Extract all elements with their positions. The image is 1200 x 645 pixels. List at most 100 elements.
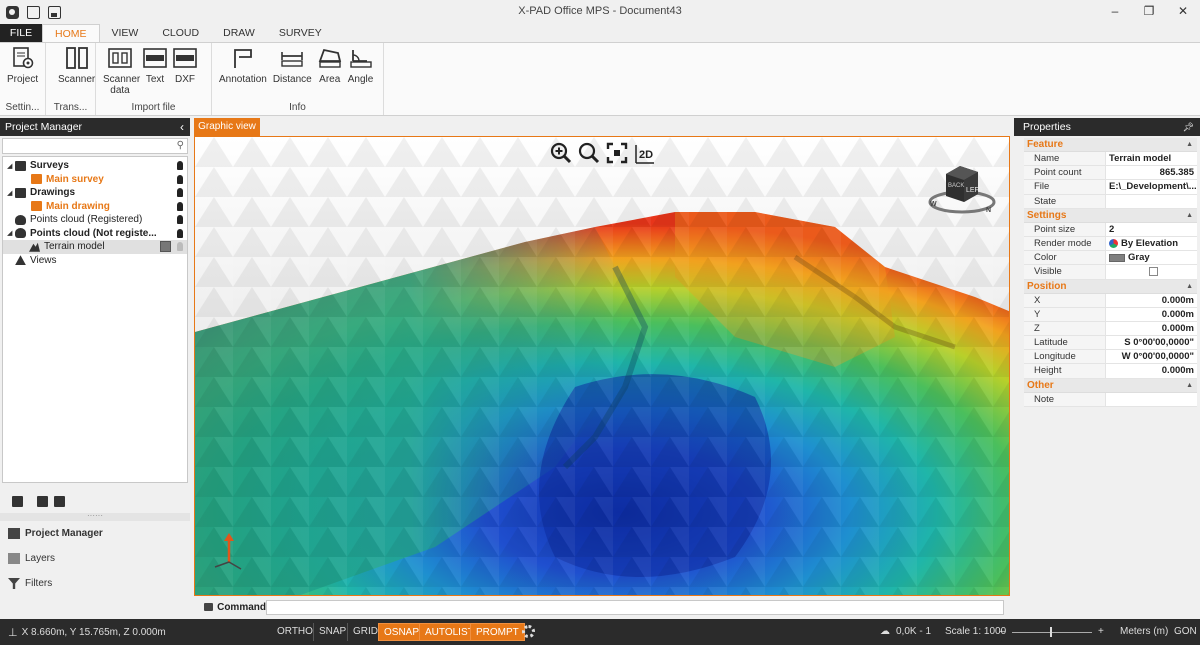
close-button[interactable]: ✕ [1176,4,1190,18]
tab-graphic-view[interactable]: Graphic view [194,118,260,136]
section-feature[interactable]: Feature ▲ [1024,138,1197,152]
project-search-input[interactable] [3,139,163,153]
angle-unit-selector[interactable]: GON [1174,626,1197,637]
prop-row-note[interactable]: Note [1024,392,1197,407]
collapse-arrow-icon[interactable]: ▲ [1186,138,1193,152]
tree-item-views[interactable]: Views [3,254,187,268]
app-icon[interactable] [6,5,19,19]
zoom-in-button[interactable]: + [1098,626,1104,637]
add-item-icon[interactable] [37,495,48,507]
expand-toggle-icon[interactable]: ◢ [7,162,15,170]
restore-button[interactable]: ❐ [1142,4,1156,18]
prop-row-state[interactable]: State [1024,194,1197,209]
prop-row-z[interactable]: Z 0.000m [1024,321,1197,337]
prop-value[interactable]: 865.385 [1106,166,1197,179]
collapse-arrow-icon[interactable]: ▲ [1186,280,1193,294]
scale-text[interactable]: Scale 1: 1000 [945,626,1006,637]
tab-draw[interactable]: DRAW [211,24,267,42]
prop-row-longitude[interactable]: Longitude W 0°00'00,0000" [1024,350,1197,365]
tab-survey[interactable]: SURVEY [267,24,334,42]
visibility-bulb-icon[interactable] [177,242,183,251]
prop-value[interactable]: E:\_Development\... [1106,180,1197,193]
expand-toggle-icon[interactable]: ◢ [7,189,15,197]
prop-row-color[interactable]: Color Gray [1024,251,1197,266]
section-position[interactable]: Position ▲ [1024,279,1197,294]
visibility-bulb-icon[interactable] [177,201,183,211]
tree-item-main-drawing[interactable]: Main drawing [3,200,187,214]
nav-layers[interactable]: Layers [0,546,190,571]
snap-toggle[interactable]: SNAP [313,623,351,641]
prop-value[interactable]: 0.000m [1106,308,1197,321]
visibility-bulb-icon[interactable] [177,174,183,184]
duplicate-icon[interactable] [54,495,65,507]
prop-value[interactable] [1106,393,1197,406]
visible-checkbox[interactable] [1149,267,1158,277]
prop-row-point-size[interactable]: Point size 2 [1024,222,1197,237]
panel-splitter[interactable]: ······ [0,512,190,521]
tree-item-terrain-model[interactable]: Terrain model [3,240,187,254]
osnap-toggle[interactable]: OSNAP [378,623,426,641]
prop-value[interactable]: W 0°00'00,0000" [1106,350,1197,363]
tab-view[interactable]: VIEW [100,24,151,42]
tree-item-drawings[interactable]: ◢ Drawings [3,186,187,200]
tab-cloud[interactable]: CLOUD [150,24,211,42]
prop-value-wrap[interactable]: By Elevation [1106,237,1197,250]
zoom-out-button[interactable]: – [1000,626,1006,637]
prop-value[interactable]: 2 [1106,223,1197,236]
ortho-toggle[interactable]: ORTHO [272,623,318,641]
minimize-button[interactable]: – [1108,4,1122,18]
collapse-arrow-icon[interactable]: ▲ [1186,379,1193,393]
prop-row-point-count[interactable]: Point count 865.385 [1024,166,1197,181]
prop-row-visible[interactable]: Visible [1024,265,1197,280]
graphic-view-canvas[interactable] [194,136,1010,596]
tree-item-points-cloud-not-registered[interactable]: ◢ Points cloud (Not registe... [3,227,187,241]
gear-icon[interactable] [522,625,535,638]
visibility-bulb-icon[interactable] [177,161,183,170]
prop-row-height[interactable]: Height 0.000m [1024,364,1197,379]
collapse-arrow-icon[interactable]: ▲ [1186,209,1193,223]
visibility-bulb-icon[interactable] [177,228,183,238]
view-2d-icon[interactable]: 2D [634,142,656,164]
zoom-extents-icon[interactable] [606,142,628,164]
prop-value[interactable]: 0.000m [1106,294,1197,307]
tree-item-points-cloud-registered[interactable]: Points cloud (Registered) [3,213,187,227]
prop-value[interactable] [1106,195,1197,208]
prop-value[interactable]: 0.000m [1106,322,1197,335]
collapse-chevron-icon[interactable]: ‹ [180,118,184,136]
open-folder-icon[interactable] [27,5,40,19]
prop-row-file[interactable]: File E:\_Development\... [1024,180,1197,195]
prop-value[interactable]: 0.000m [1106,364,1197,377]
units-selector[interactable]: Meters (m) [1120,626,1168,637]
expand-toggle-icon[interactable]: ◢ [7,229,15,237]
nav-project-manager[interactable]: Project Manager [0,521,190,546]
prop-value-wrap[interactable]: Gray [1106,251,1197,264]
navigation-cube-icon[interactable]: LEFT BACK N W [926,160,998,220]
tree-item-surveys[interactable]: ◢ Surveys [3,159,187,173]
visibility-bulb-icon[interactable] [177,215,183,224]
prop-row-latitude[interactable]: Latitude S 0°00'00,0000" [1024,336,1197,351]
tab-home[interactable]: HOME [42,24,100,42]
prop-value[interactable]: S 0°00'00,0000" [1106,336,1197,349]
prompt-toggle[interactable]: PROMPT [470,623,525,641]
visibility-bulb-icon[interactable] [177,188,183,197]
tab-file[interactable]: FILE [0,24,42,42]
search-icon[interactable]: ⚲ [177,140,184,151]
scale-slider[interactable] [1012,632,1092,633]
prop-value[interactable]: Terrain model [1106,152,1197,165]
pin-icon[interactable]: 📌︎ [1183,118,1194,136]
zoom-icon[interactable] [578,142,600,164]
save-icon[interactable] [48,5,61,19]
scale-slider-handle[interactable] [1050,627,1052,637]
tree-item-main-survey[interactable]: Main survey [3,173,187,187]
prop-row-name[interactable]: Name Terrain model [1024,152,1197,167]
delete-icon[interactable] [12,495,23,507]
prop-row-x[interactable]: X 0.000m [1024,293,1197,308]
prop-row-render-mode[interactable]: Render mode By Elevation [1024,236,1197,252]
command-input[interactable] [266,599,1004,615]
nav-filters[interactable]: Filters [0,571,190,596]
prop-row-y[interactable]: Y 0.000m [1024,307,1197,322]
section-settings[interactable]: Settings ▲ [1024,208,1197,223]
zoom-in-icon[interactable] [550,142,572,164]
section-other[interactable]: Other ▲ [1024,378,1197,393]
color-swatch[interactable] [160,241,171,252]
